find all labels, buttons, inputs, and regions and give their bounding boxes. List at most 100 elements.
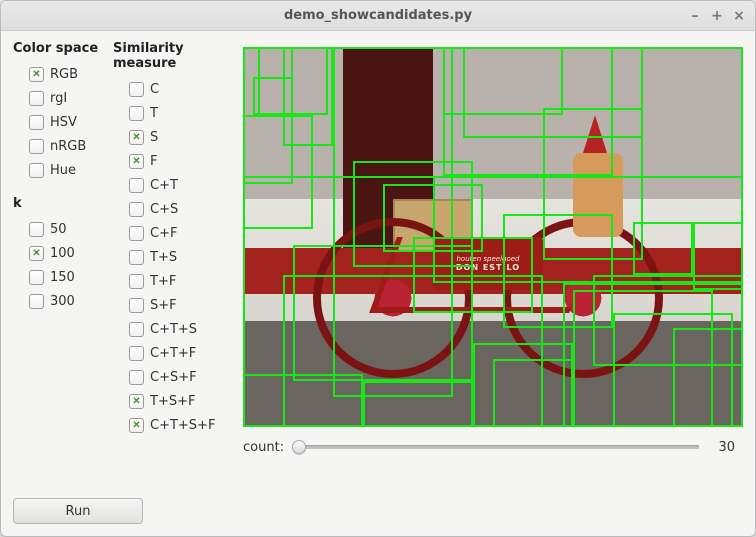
color-space-option-label: RGB [50,67,78,82]
slider-thumb[interactable] [292,440,306,454]
similarity-options: CTSF C+T C+S C+F T+S T+F S+F C+T+S C+T+F C+S+F T+S… [113,77,233,437]
k-option[interactable]: 300 [13,289,103,313]
checkbox[interactable] [129,370,144,385]
color-space-option[interactable]: rgI [13,86,103,110]
window-title: demo_showcandidates.py [284,8,472,23]
color-space-options: RGB rgI HSV nRGB Hue [13,62,103,182]
close-button[interactable]: × [729,7,749,25]
checkbox[interactable] [29,115,44,130]
similarity-option-label: C+F [150,226,177,241]
similarity-option-label: C+S [150,202,178,217]
color-space-option[interactable]: Hue [13,158,103,182]
checkbox[interactable] [29,294,44,309]
count-label: count: [243,440,284,455]
k-option-label: 100 [50,246,75,261]
k-heading: k [13,196,103,211]
similarity-option-label: S [150,130,158,145]
checkbox[interactable] [129,394,144,409]
similarity-option[interactable]: C+T [113,173,233,197]
similarity-option[interactable]: C+F [113,221,233,245]
similarity-option-label: F [150,154,157,169]
checkbox[interactable] [129,346,144,361]
color-space-option[interactable]: nRGB [13,134,103,158]
color-space-option[interactable]: HSV [13,110,103,134]
sign-line1: houten speelgoed [457,255,520,263]
similarity-option-label: T+S [150,250,177,265]
k-options: 50 100 150 300 [13,217,103,313]
run-button-label: Run [66,504,91,519]
checkbox[interactable] [29,222,44,237]
color-space-option-label: rgI [50,91,67,106]
k-option-label: 50 [50,222,67,237]
similarity-heading: Similarity measure [113,41,233,71]
checkbox[interactable] [29,246,44,261]
candidate-image: houten speelgoed DON ESTILO [243,47,743,427]
similarity-option-label: C+T+F [150,346,196,361]
sign-line2: DON ESTILO [456,263,520,272]
k-option[interactable]: 50 [13,217,103,241]
similarity-option-label: C [150,82,159,97]
checkbox[interactable] [129,202,144,217]
similarity-option[interactable]: T [113,101,233,125]
color-space-option[interactable]: RGB [13,62,103,86]
titlebar: demo_showcandidates.py – + × [1,1,755,31]
checkbox[interactable] [29,91,44,106]
checkbox[interactable] [129,106,144,121]
main-panel: houten speelgoed DON ESTILO count: 30 [243,41,743,524]
window-controls: – + × [685,7,749,25]
checkbox[interactable] [29,67,44,82]
app-window: demo_showcandidates.py – + × Color space… [0,0,756,537]
color-space-heading: Color space [13,41,103,56]
maximize-button[interactable]: + [707,7,727,25]
content-area: Color space RGB rgI HSV nRGB Hue k 50 100 150 3… [1,31,755,536]
minimize-button[interactable]: – [685,7,705,25]
similarity-option-label: C+T+S+F [150,418,215,433]
checkbox[interactable] [29,163,44,178]
checkbox[interactable] [29,139,44,154]
checkbox[interactable] [129,178,144,193]
checkbox[interactable] [129,298,144,313]
k-option-label: 300 [50,294,75,309]
color-space-option-label: Hue [50,163,76,178]
similarity-option[interactable]: S+F [113,293,233,317]
similarity-option-label: T+S+F [150,394,195,409]
similarity-option-label: C+T [150,178,178,193]
similarity-option[interactable]: T+S [113,245,233,269]
similarity-option[interactable]: T+S+F [113,389,233,413]
count-slider[interactable] [292,437,699,457]
checkbox[interactable] [129,154,144,169]
checkbox[interactable] [129,274,144,289]
similarity-option-label: S+F [150,298,177,313]
checkbox[interactable] [29,270,44,285]
image-scene: houten speelgoed DON ESTILO [243,47,743,427]
similarity-option[interactable]: C+S [113,197,233,221]
checkbox[interactable] [129,130,144,145]
k-option[interactable]: 100 [13,241,103,265]
similarity-option[interactable]: C+T+F [113,341,233,365]
similarity-option-label: C+T+S [150,322,197,337]
color-space-option-label: HSV [50,115,77,130]
bike-sign: houten speelgoed DON ESTILO [433,237,543,290]
left-panel: Color space RGB rgI HSV nRGB Hue k 50 100 150 3… [13,41,103,524]
similarity-panel: Similarity measure CTSF C+T C+S C+F T+S T+F S+… [113,41,233,524]
similarity-option-label: T [150,106,158,121]
checkbox[interactable] [129,418,144,433]
k-option[interactable]: 150 [13,265,103,289]
color-space-option-label: nRGB [50,139,86,154]
similarity-option[interactable]: C+T+S [113,317,233,341]
k-option-label: 150 [50,270,75,285]
count-slider-row: count: 30 [243,437,743,457]
count-value: 30 [707,440,735,455]
similarity-option[interactable]: C+T+S+F [113,413,233,437]
checkbox[interactable] [129,226,144,241]
checkbox[interactable] [129,322,144,337]
similarity-option[interactable]: C+S+F [113,365,233,389]
checkbox[interactable] [129,82,144,97]
similarity-option[interactable]: F [113,149,233,173]
similarity-option[interactable]: S [113,125,233,149]
checkbox[interactable] [129,250,144,265]
similarity-option-label: T+F [150,274,176,289]
similarity-option[interactable]: T+F [113,269,233,293]
similarity-option[interactable]: C [113,77,233,101]
similarity-option-label: C+S+F [150,370,197,385]
